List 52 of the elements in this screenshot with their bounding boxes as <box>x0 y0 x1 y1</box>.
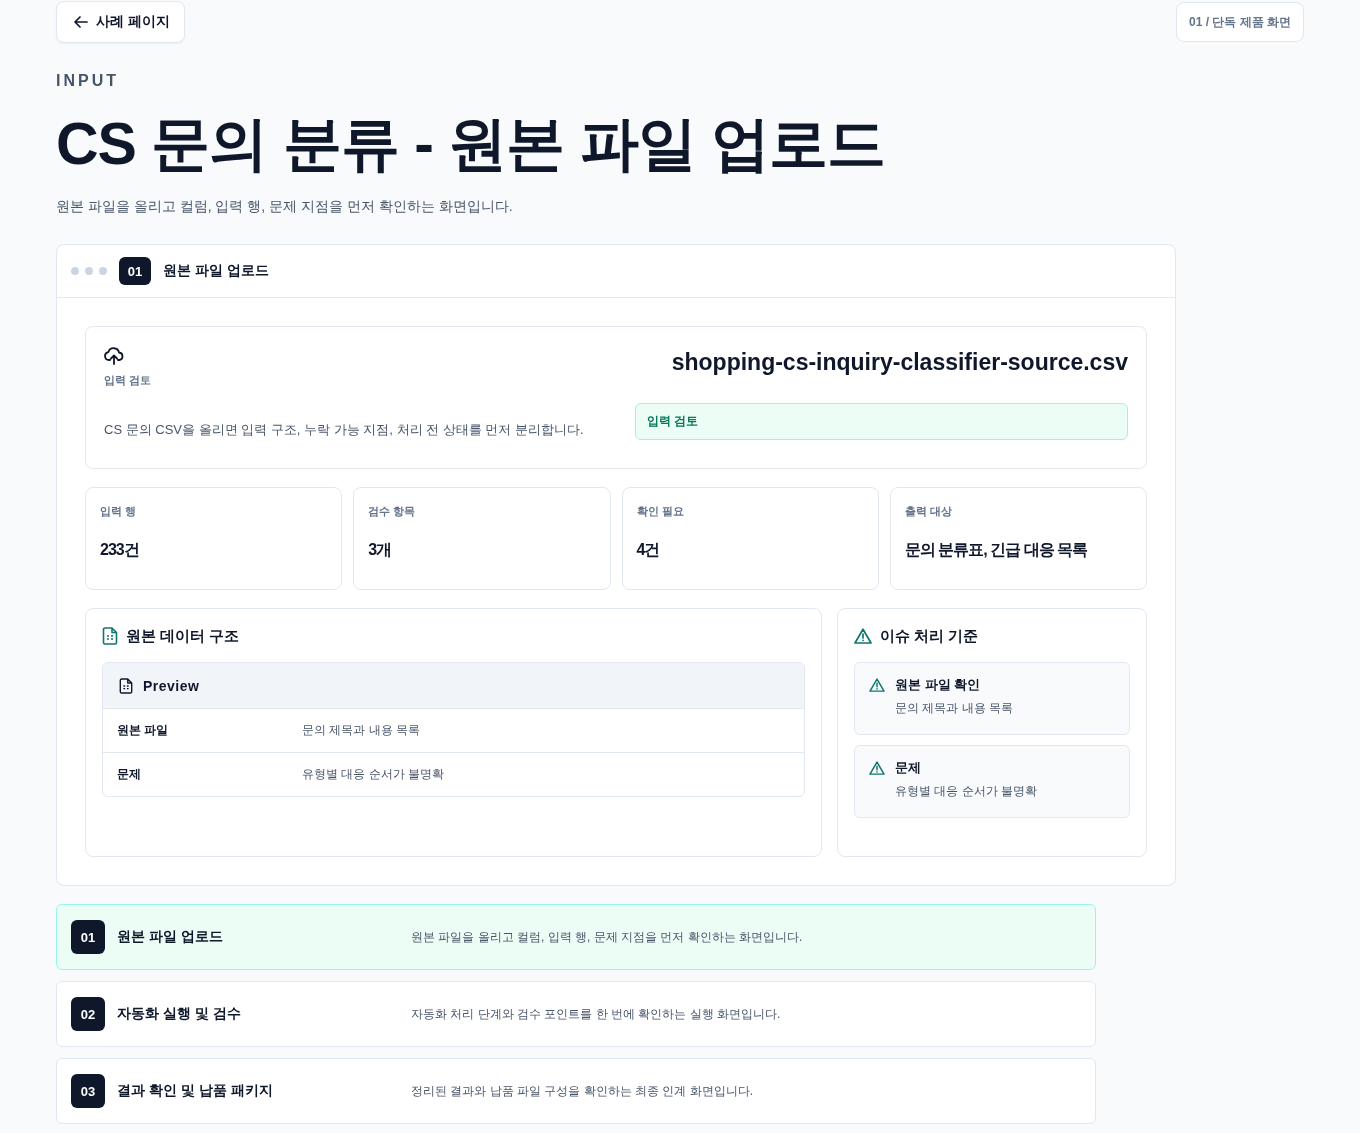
step-description: 정리된 결과와 납품 파일 구성을 확인하는 최종 인계 화면입니다. <box>411 1082 753 1100</box>
cloud-upload-icon <box>104 347 124 365</box>
spreadsheet-file-icon <box>119 677 133 694</box>
page-title: CS 문의 분류 - 원본 파일 업로드 <box>56 110 886 179</box>
stat-label: 확인 필요 <box>636 504 684 519</box>
window-dot-icon <box>71 267 79 275</box>
step-title: 원본 파일 업로드 <box>117 928 224 946</box>
step-description: 원본 파일을 올리고 컬럼, 입력 행, 문제 지점을 먼저 확인하는 화면입니다. <box>411 928 803 946</box>
issue-detail: 문의 제목과 내용 목록 <box>895 700 1013 716</box>
issue-title: 문제 <box>895 759 922 777</box>
step-item[interactable]: 02 자동화 실행 및 검수 자동화 처리 단계와 검수 포인트를 한 번에 확인하는 실행 화면입니다. <box>56 981 1096 1047</box>
warning-icon <box>869 761 885 775</box>
row-value: 문의 제목과 내용 목록 <box>302 722 420 739</box>
stat-label: 출력 대상 <box>904 504 952 519</box>
window-dot-icon <box>85 267 93 275</box>
stat-label: 입력 행 <box>100 504 137 519</box>
eyebrow-label: INPUT <box>56 72 120 90</box>
arrow-left-icon <box>74 16 88 28</box>
warning-icon <box>869 678 885 692</box>
row-value: 유형별 대응 순서가 불명확 <box>302 766 444 783</box>
stat-value: 4건 <box>636 540 660 560</box>
stat-value: 233건 <box>100 540 139 560</box>
card-title: 원본 데이터 구조 <box>126 626 240 646</box>
stat-value: 3개 <box>368 540 392 560</box>
review-label: 입력 검토 <box>104 373 152 388</box>
panel-title: 원본 파일 업로드 <box>163 262 269 280</box>
preview-title: Preview <box>143 677 200 694</box>
step-description: 자동화 처리 단계와 검수 포인트를 한 번에 확인하는 실행 화면입니다. <box>411 1005 781 1023</box>
warning-icon <box>854 628 872 644</box>
page-badge: 01 / 단독 제품 화면 <box>1175 2 1304 42</box>
step-number: 01 <box>119 257 151 285</box>
row-label: 문제 <box>117 766 142 783</box>
status-banner: 입력 검토 <box>635 403 1128 440</box>
file-name: shopping-cs-inquiry-classifier-source.csv <box>671 348 1128 377</box>
row-label: 원본 파일 <box>117 722 170 739</box>
file-description: CS 문의 CSV을 올리면 입력 구조, 누락 가능 지점, 처리 전 상태를 먼저 분리합니다. <box>104 421 584 439</box>
step-item[interactable]: 01 원본 파일 업로드 원본 파일을 올리고 컬럼, 입력 행, 문제 지점을 먼저 확인하는 화면입니다. <box>56 904 1096 970</box>
back-button[interactable]: 사례 페이지 <box>56 1 185 43</box>
issue-detail: 유형별 대응 순서가 불명확 <box>895 783 1037 799</box>
stat-label: 검수 항목 <box>368 504 416 519</box>
stat-value: 문의 분류표, 긴급 대응 목록 <box>904 540 1087 560</box>
step-number: 03 <box>71 1074 105 1108</box>
issue-title: 원본 파일 확인 <box>895 676 982 694</box>
step-item[interactable]: 03 결과 확인 및 납품 패키지 정리된 결과와 납품 파일 구성을 확인하는 최종 인계 화면입니다. <box>56 1058 1096 1124</box>
step-number: 02 <box>71 997 105 1031</box>
page-subtitle: 원본 파일을 올리고 컬럼, 입력 행, 문제 지점을 먼저 확인하는 화면입니다. <box>56 197 514 216</box>
step-number: 01 <box>71 920 105 954</box>
spreadsheet-file-icon <box>102 627 118 645</box>
step-title: 결과 확인 및 납품 패키지 <box>117 1082 274 1100</box>
window-dot-icon <box>99 267 107 275</box>
card-title: 이슈 처리 기준 <box>880 626 979 646</box>
step-title: 자동화 실행 및 검수 <box>117 1005 242 1023</box>
